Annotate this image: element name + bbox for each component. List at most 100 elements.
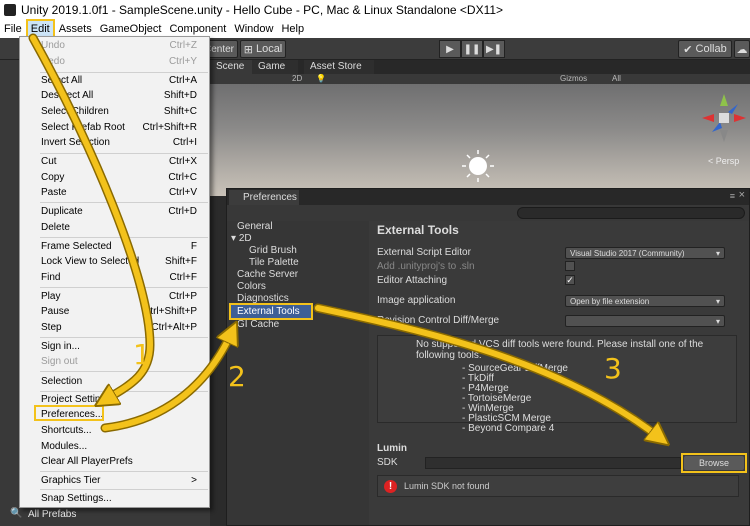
- menu-item-shortcut: F: [190, 241, 197, 252]
- tab-preferences[interactable]: Preferences: [229, 190, 299, 205]
- menu-item-pause[interactable]: Pause Ctrl+Shift+P: [20, 305, 209, 320]
- all-prefabs-label[interactable]: All Prefabs: [28, 509, 76, 520]
- menu-help[interactable]: Help: [277, 21, 308, 37]
- sidebar-item-gi-cache[interactable]: GI Cache: [237, 319, 279, 330]
- pivot-local-button[interactable]: ⊞ Local: [240, 40, 286, 58]
- menu-item-selection[interactable]: Selection: [20, 375, 209, 390]
- menu-item-shortcut: Ctrl+C: [168, 172, 197, 183]
- 2d-toggle[interactable]: 2D: [292, 74, 302, 83]
- scene-search-input[interactable]: All: [612, 74, 621, 83]
- menu-item-shortcut: Ctrl+F: [169, 272, 198, 283]
- cloud-icon[interactable]: ☁: [734, 40, 750, 58]
- check-icon: ✔: [683, 43, 693, 56]
- preferences-search-input[interactable]: [517, 207, 745, 219]
- window-menu-icon[interactable]: ≡: [730, 191, 735, 201]
- sidebar-item-tile-palette[interactable]: Tile Palette: [249, 257, 299, 268]
- preferences-highlight-box: [34, 405, 104, 421]
- unity-logo-icon: [4, 4, 16, 16]
- menu-item-select-all[interactable]: Select All Ctrl+A: [20, 74, 209, 89]
- sidebar-item-external-tools[interactable]: External Tools: [229, 303, 313, 320]
- menu-item-select-children[interactable]: Select Children Shift+C: [20, 105, 209, 120]
- menu-item-paste[interactable]: Paste Ctrl+V: [20, 186, 209, 201]
- menu-component[interactable]: Component: [165, 21, 230, 37]
- menu-item-undo[interactable]: Undo Ctrl+Z: [20, 39, 209, 54]
- preferences-sidebar: General ▾ 2D Grid Brush Tile Palette Cac…: [227, 221, 369, 525]
- menu-item-graphics-tier[interactable]: Graphics Tier >: [20, 474, 209, 489]
- menu-item-shortcut: Shift+D: [163, 90, 197, 101]
- gizmos-dropdown[interactable]: Gizmos: [560, 74, 587, 83]
- add-unityproj-checkbox[interactable]: [565, 261, 575, 271]
- menu-item-select-prefab-root[interactable]: Select Prefab Root Ctrl+Shift+R: [20, 121, 209, 136]
- section-title: External Tools: [377, 223, 459, 237]
- menu-item-copy[interactable]: Copy Ctrl+C: [20, 171, 209, 186]
- menu-item-redo[interactable]: Redo Ctrl+Y: [20, 55, 209, 70]
- sidebar-item-2d[interactable]: ▾ 2D: [231, 233, 252, 244]
- pause-icon[interactable]: ❚❚: [461, 40, 483, 58]
- tab-scene[interactable]: Scene: [210, 60, 252, 74]
- menu-item-step[interactable]: Step Ctrl+Alt+P: [20, 321, 209, 336]
- script-editor-dropdown[interactable]: Visual Studio 2017 (Community): [565, 247, 725, 259]
- menu-item-label: Delete: [41, 222, 70, 233]
- window-title-bar: Unity 2019.1.0f1 - SampleScene.unity - H…: [0, 0, 750, 20]
- submenu-arrow-icon: >: [191, 475, 197, 486]
- play-icon[interactable]: ▶: [439, 40, 461, 58]
- lumin-warning-text: Lumin SDK not found: [404, 481, 490, 491]
- menu-item-play[interactable]: Play Ctrl+P: [20, 290, 209, 305]
- tab-asset-store[interactable]: Asset Store: [304, 60, 374, 74]
- menu-item-shortcut: Ctrl+Shift+P: [143, 306, 197, 317]
- menu-assets[interactable]: Assets: [55, 21, 96, 37]
- callout-number-1: 1: [133, 338, 151, 371]
- menu-item-label: Paste: [41, 187, 67, 198]
- orientation-gizmo-icon[interactable]: [698, 92, 750, 160]
- menu-item-lock-view[interactable]: Lock View to Selected Shift+F: [20, 255, 209, 270]
- collab-label: Collab: [695, 43, 727, 55]
- menu-item-duplicate[interactable]: Duplicate Ctrl+D: [20, 205, 209, 220]
- menu-item-modules[interactable]: Modules...: [20, 440, 209, 455]
- menu-item-deselect-all[interactable]: Deselect All Shift+D: [20, 89, 209, 104]
- menu-item-clear-playerprefs[interactable]: Clear All PlayerPrefs: [20, 455, 209, 470]
- menu-item-cut[interactable]: Cut Ctrl+X: [20, 155, 209, 170]
- perspective-label[interactable]: < Persp: [708, 156, 739, 166]
- sidebar-item-grid-brush[interactable]: Grid Brush: [249, 245, 297, 256]
- menu-separator: [40, 237, 208, 238]
- menu-item-shortcut: Ctrl+P: [168, 291, 197, 302]
- menu-item-label: Modules...: [41, 441, 88, 452]
- vcs-tool-item: - Beyond Compare 4: [462, 423, 555, 434]
- browse-button[interactable]: Browse: [681, 453, 747, 473]
- collab-button[interactable]: ✔ Collab: [678, 40, 732, 58]
- editor-attaching-checkbox[interactable]: ✓: [565, 275, 575, 285]
- menu-item-shortcuts[interactable]: Shortcuts...: [20, 424, 209, 439]
- menu-window[interactable]: Window: [230, 21, 277, 37]
- search-icon[interactable]: 🔍: [10, 508, 24, 522]
- menu-gameobject[interactable]: GameObject: [96, 21, 166, 37]
- revision-control-label: Revision Control Diff/Merge: [377, 315, 500, 326]
- sun-icon: [462, 150, 494, 182]
- menu-item-sign-in[interactable]: Sign in...: [20, 340, 209, 355]
- menu-item-label: Selection: [41, 376, 83, 387]
- menu-file[interactable]: File: [0, 21, 26, 37]
- step-icon[interactable]: ▶❚: [483, 40, 505, 58]
- sidebar-item-cache-server[interactable]: Cache Server: [237, 269, 298, 280]
- menu-item-shortcut: Ctrl+Alt+P: [151, 322, 197, 333]
- sidebar-item-general[interactable]: General: [237, 221, 273, 232]
- light-icon[interactable]: 💡: [316, 74, 326, 83]
- menu-item-invert-selection[interactable]: Invert Selection Ctrl+I: [20, 136, 209, 151]
- menu-item-snap-settings[interactable]: Snap Settings...: [20, 492, 209, 507]
- revision-control-dropdown[interactable]: [565, 315, 725, 327]
- menu-separator: [40, 391, 208, 392]
- preferences-titlebar: Preferences ≡ ×: [227, 189, 749, 205]
- sdk-path-field[interactable]: [425, 457, 681, 469]
- menu-item-label: Sign out: [41, 356, 78, 367]
- browse-label: Browse: [684, 456, 744, 470]
- menu-item-frame-selected[interactable]: Frame Selected F: [20, 240, 209, 255]
- sidebar-item-colors[interactable]: Colors: [237, 281, 266, 292]
- menu-item-label: Project Settings...: [41, 394, 120, 405]
- menu-item-delete[interactable]: Delete: [20, 221, 209, 236]
- close-icon[interactable]: ×: [739, 189, 745, 201]
- menu-item-shortcut: Ctrl+Shift+R: [142, 122, 197, 133]
- menu-item-sign-out[interactable]: Sign out: [20, 355, 209, 370]
- menu-item-shortcut: Ctrl+A: [168, 75, 197, 86]
- menu-item-find[interactable]: Find Ctrl+F: [20, 271, 209, 286]
- tab-game[interactable]: Game: [252, 60, 298, 74]
- image-app-dropdown[interactable]: Open by file extension: [565, 295, 725, 307]
